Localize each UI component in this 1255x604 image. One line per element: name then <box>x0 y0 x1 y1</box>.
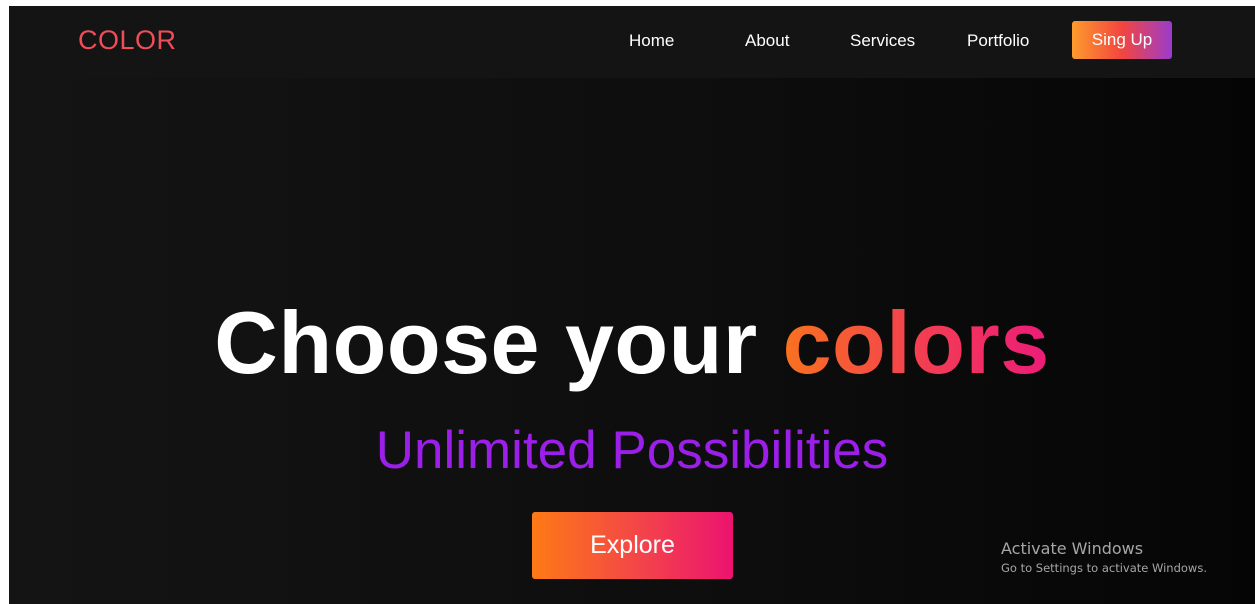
watermark-subtitle: Go to Settings to activate Windows. <box>1001 561 1207 575</box>
nav-link-services[interactable]: Services <box>850 31 915 51</box>
hero-title-highlight: colors <box>782 293 1050 392</box>
activation-watermark: Activate Windows Go to Settings to activ… <box>1001 539 1207 575</box>
signup-button[interactable]: Sing Up <box>1072 21 1172 59</box>
logo[interactable]: COLOR <box>78 25 177 56</box>
nav-link-about[interactable]: About <box>745 31 789 51</box>
nav-link-portfolio[interactable]: Portfolio <box>967 31 1029 51</box>
hero-title-plain: Choose your <box>214 293 783 392</box>
hero-title: Choose your colors <box>9 299 1255 387</box>
navbar: COLOR Home About Services Portfolio Sing… <box>9 6 1255 78</box>
watermark-title: Activate Windows <box>1001 539 1144 558</box>
explore-button[interactable]: Explore <box>532 512 733 579</box>
page-frame: COLOR Home About Services Portfolio Sing… <box>9 6 1255 604</box>
hero-subtitle: Unlimited Possibilities <box>375 421 889 480</box>
nav-link-home[interactable]: Home <box>629 31 674 51</box>
